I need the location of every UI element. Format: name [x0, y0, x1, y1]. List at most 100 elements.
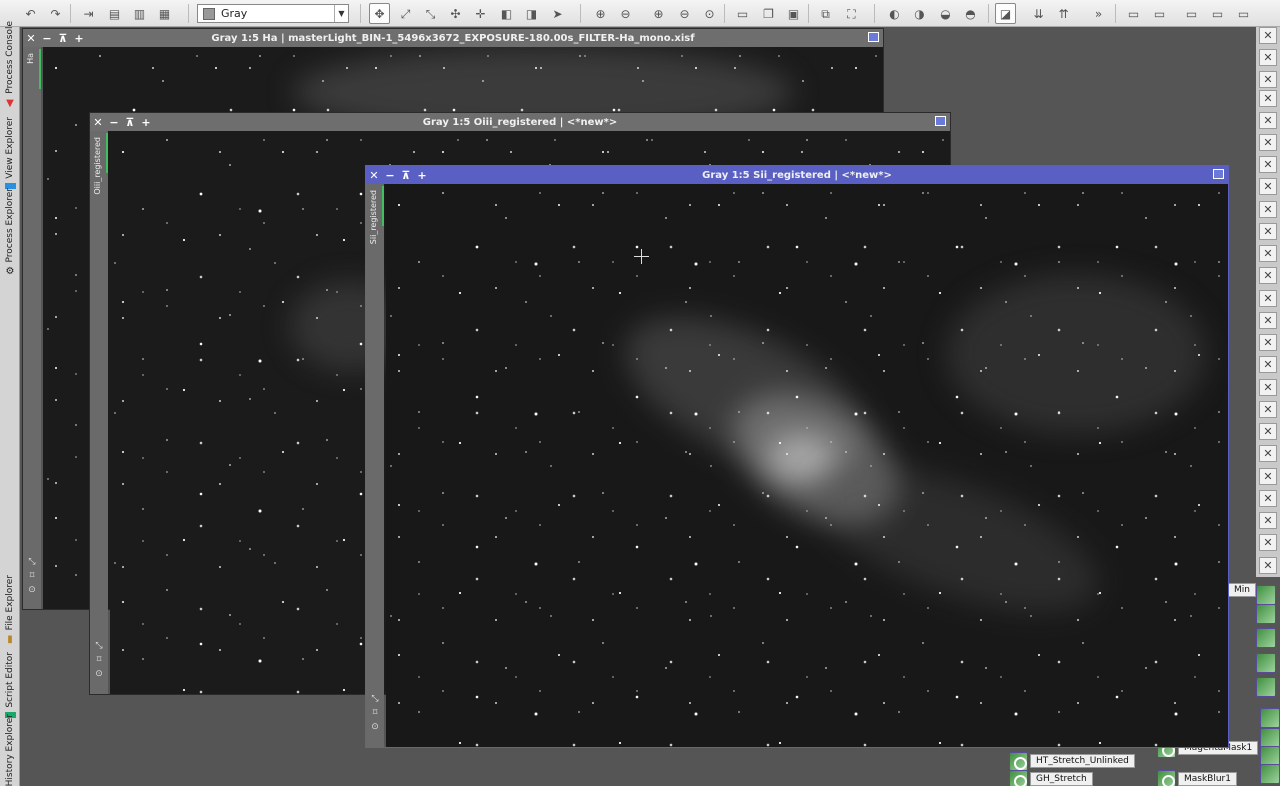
close-icon[interactable]: ✕ — [1259, 468, 1277, 485]
dock-tab-process-console[interactable]: Process Console ▼ — [0, 21, 20, 109]
close-icon[interactable]: ✕ — [1259, 312, 1277, 329]
shade-icon[interactable]: ⊼ — [55, 32, 71, 45]
maximize-icon[interactable] — [935, 116, 946, 126]
minimize-icon[interactable]: − — [39, 32, 55, 45]
resize-icon[interactable]: ⤡ — [27, 557, 37, 567]
pin-icon[interactable]: ⌑ — [370, 708, 380, 718]
close-icon[interactable]: ✕ — [1259, 245, 1277, 262]
process-icon[interactable] — [1256, 604, 1276, 624]
mask-edit-icon[interactable]: ◑ — [909, 3, 930, 24]
lock-icon[interactable]: ⊙ — [27, 585, 37, 595]
maximize-icon[interactable] — [868, 32, 879, 42]
dock-tab-script-editor[interactable]: Script Editor — [0, 652, 20, 718]
minimize-icon[interactable]: − — [382, 169, 398, 182]
move-icon[interactable]: ✣ — [445, 3, 466, 24]
close-icon[interactable]: ✕ — [1259, 512, 1277, 529]
plus-icon[interactable]: + — [71, 32, 87, 45]
view-id-tab[interactable]: Ha — [26, 53, 35, 64]
close-icon[interactable]: ✕ — [1259, 49, 1277, 66]
layout-3-icon[interactable]: ▭ — [1181, 3, 1202, 24]
close-icon[interactable]: ✕ — [1259, 71, 1277, 88]
redo-icon[interactable]: ↷ — [45, 3, 66, 24]
pointer-icon[interactable]: ➤ — [547, 3, 568, 24]
redo-history-icon[interactable]: ⇈ — [1053, 3, 1074, 24]
zoom-inout-icon[interactable]: ⤡ — [420, 3, 441, 24]
maximize-icon[interactable] — [1213, 169, 1224, 179]
dock-tab-view-explorer[interactable]: View Explorer — [0, 117, 20, 189]
close-icon[interactable]: ✕ — [1259, 290, 1277, 307]
layout-2-icon[interactable]: ▭ — [1149, 3, 1170, 24]
process-icon[interactable] — [1260, 746, 1280, 766]
close-icon[interactable]: ✕ — [1259, 27, 1277, 44]
process-icon-ht-stretch[interactable]: HT_Stretch_Unlinked — [1009, 751, 1135, 771]
close-icon[interactable]: ✕ — [1259, 112, 1277, 129]
tile-icon[interactable]: ▣ — [783, 3, 804, 24]
window-titlebar[interactable]: ✕ − ⊼ + Gray 1:5 Sii_registered | <*new*… — [366, 166, 1228, 184]
dock-tab-process-explorer[interactable]: Process Explorer ⚙ — [0, 188, 20, 277]
layout-4-icon[interactable]: ▭ — [1207, 3, 1228, 24]
pan-mode-icon[interactable]: ✥ — [369, 3, 390, 24]
undo-history-icon[interactable]: ⇊ — [1028, 3, 1049, 24]
close-icon[interactable]: ✕ — [90, 116, 106, 129]
close-icon[interactable]: ✕ — [1259, 267, 1277, 284]
layout-1-icon[interactable]: ▭ — [1123, 3, 1144, 24]
close-icon[interactable]: ✕ — [1259, 334, 1277, 351]
view-id-tab[interactable]: Sii_registered — [369, 190, 378, 244]
view-id-tab[interactable]: Oiii_registered — [93, 137, 102, 195]
process-icon[interactable] — [1256, 585, 1276, 605]
window-titlebar[interactable]: ✕ − ⊼ + Gray 1:5 Ha | masterLight_BIN-1_… — [23, 29, 883, 47]
close-icon[interactable]: ✕ — [1259, 201, 1277, 218]
resize-icon[interactable]: ⤡ — [370, 694, 380, 704]
stf-icon[interactable]: ⇥ — [78, 3, 99, 24]
window-titlebar[interactable]: ✕ − ⊼ + Gray 1:5 Oiii_registered | <*new… — [90, 113, 950, 131]
close-icon[interactable]: ✕ — [1259, 423, 1277, 440]
process-icon[interactable] — [1260, 764, 1280, 784]
mask-invert-icon[interactable]: ◒ — [935, 3, 956, 24]
close-icon[interactable]: ✕ — [1259, 356, 1277, 373]
plus-icon[interactable]: + — [414, 169, 430, 182]
more-icon[interactable]: » — [1088, 3, 1109, 24]
close-icon[interactable]: ✕ — [1259, 401, 1277, 418]
color-mode-select[interactable]: Gray ▼ — [197, 4, 349, 23]
center-icon[interactable]: ✛ — [470, 3, 491, 24]
close-icon[interactable]: ✕ — [1259, 557, 1277, 574]
copy-image-icon[interactable]: ▥ — [129, 3, 150, 24]
zoom-1-2-icon[interactable]: ⊖ — [674, 3, 695, 24]
dock-tab-history-explorer[interactable]: History Explorer — [0, 714, 20, 786]
close-icon[interactable]: ✕ — [1259, 134, 1277, 151]
dock-tab-file-explorer[interactable]: File Explorer ▮ — [0, 575, 20, 645]
process-icon[interactable] — [1260, 728, 1280, 748]
close-icon[interactable]: ✕ — [1259, 445, 1277, 462]
close-icon[interactable]: ✕ — [1259, 90, 1277, 107]
close-icon[interactable]: ✕ — [1259, 223, 1277, 240]
cascade-icon[interactable]: ❐ — [758, 3, 779, 24]
lock-icon[interactable]: ⊙ — [370, 722, 380, 732]
undo-icon[interactable]: ↶ — [20, 3, 41, 24]
close-icon[interactable]: ✕ — [366, 169, 382, 182]
image-canvas[interactable] — [386, 184, 1228, 747]
process-icon[interactable] — [1256, 677, 1276, 697]
mask-icon[interactable]: ◐ — [884, 3, 905, 24]
maximize-window-icon[interactable]: ⧉ — [815, 3, 836, 24]
minimize-icon[interactable]: − — [106, 116, 122, 129]
zoom-in-icon[interactable]: ⊕ — [590, 3, 611, 24]
clone-image-icon[interactable]: ▦ — [154, 3, 175, 24]
edit-preview-icon[interactable]: ◨ — [521, 3, 542, 24]
preview-icon[interactable]: ◧ — [496, 3, 517, 24]
process-icon[interactable] — [1260, 708, 1280, 728]
pin-icon[interactable]: ⌑ — [27, 571, 37, 581]
layout-5-icon[interactable]: ▭ — [1233, 3, 1254, 24]
full-screen-icon[interactable]: ⛶ — [841, 3, 862, 24]
close-icon[interactable]: ✕ — [1259, 379, 1277, 396]
close-icon[interactable]: ✕ — [23, 32, 39, 45]
zoom-fit-icon[interactable]: ⤢ — [395, 3, 416, 24]
shade-icon[interactable]: ⊼ — [122, 116, 138, 129]
process-icon[interactable] — [1256, 628, 1276, 648]
close-icon[interactable]: ✕ — [1259, 534, 1277, 551]
close-icon[interactable]: ✕ — [1259, 156, 1277, 173]
zoom-out-icon[interactable]: ⊖ — [615, 3, 636, 24]
pin-icon[interactable]: ⌑ — [94, 655, 104, 665]
fit-window-icon[interactable]: ▭ — [732, 3, 753, 24]
new-image-icon[interactable]: ▤ — [104, 3, 125, 24]
resize-icon[interactable]: ⤡ — [94, 641, 104, 651]
